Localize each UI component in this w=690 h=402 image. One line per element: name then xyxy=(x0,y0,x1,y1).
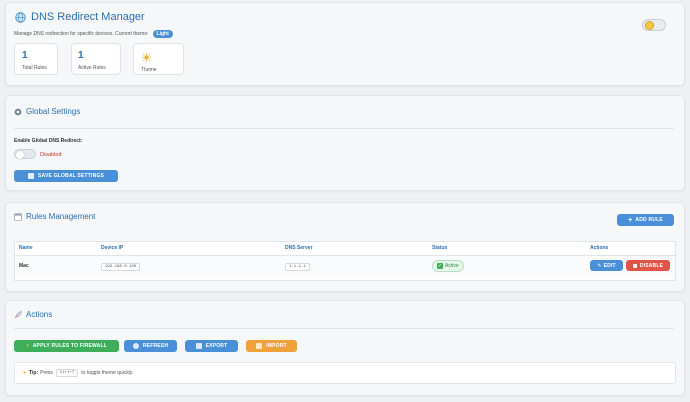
subtitle-text: Manage DNS redirection for specific devi… xyxy=(14,31,149,37)
rules-table-wrapper: Name Device IP DNS Server Status Actions… xyxy=(14,241,676,281)
app-title: DNS Redirect Manager xyxy=(14,11,145,23)
tip-post: to toggle theme quickly. xyxy=(81,370,134,376)
actions-title-text: Actions xyxy=(26,310,53,319)
rule-device-ip: 192.168.0.100 xyxy=(101,263,141,272)
import-label: IMPORT xyxy=(266,343,287,349)
check-icon: ✓ xyxy=(437,263,443,270)
lightbulb-icon: ● xyxy=(23,370,27,376)
rules-title-text: Rules Management xyxy=(26,212,96,221)
edit-rule-label: EDIT xyxy=(603,262,616,269)
plus-icon: + xyxy=(628,216,633,224)
stat-total-value: 1 xyxy=(22,50,28,61)
subtitle: Manage DNS redirection for specific devi… xyxy=(14,30,173,38)
theme-toggle[interactable] xyxy=(642,19,666,31)
app-title-text: DNS Redirect Manager xyxy=(31,11,145,23)
edit-rule-button[interactable]: ✎ EDIT xyxy=(590,260,623,272)
table-row: Mac 192.168.0.100 1.1.1.1 ✓ Active ✎ EDI… xyxy=(15,255,675,277)
status-badge: ✓ Active xyxy=(432,260,464,273)
calendar-icon xyxy=(14,213,22,221)
theme-badge: Light xyxy=(152,30,173,38)
theme-toggle-knob xyxy=(645,21,654,30)
disable-rule-button[interactable]: DISABLE xyxy=(626,260,670,272)
actions-title: Actions xyxy=(14,310,52,319)
tip-pre: Press xyxy=(40,370,53,376)
gear-icon xyxy=(14,108,22,116)
rule-dns-server: 1.1.1.1 xyxy=(285,263,310,272)
save-global-settings-button[interactable]: SAVE GLOBAL SETTINGS xyxy=(14,170,118,182)
stat-theme-label: Theme xyxy=(141,67,157,73)
import-icon xyxy=(256,343,263,349)
global-settings-title-text: Global Settings xyxy=(26,107,81,116)
import-button[interactable]: IMPORT xyxy=(246,340,297,352)
stat-active-value: 1 xyxy=(78,50,84,61)
lightning-icon: ⚡ xyxy=(26,343,30,349)
floppy-icon xyxy=(27,173,34,179)
enable-redirect-label: Enable Global DNS Redirect: xyxy=(14,138,83,144)
sun-icon xyxy=(142,53,151,62)
divider xyxy=(14,328,674,329)
tip-shortcut-key: Ctrl+T xyxy=(55,369,79,377)
table-header-row: Name Device IP DNS Server Status Actions xyxy=(15,242,675,255)
rules-title: Rules Management xyxy=(14,212,95,221)
rules-table: Name Device IP DNS Server Status Actions… xyxy=(15,242,675,277)
refresh-label: REFRESH xyxy=(142,343,169,349)
col-actions: Actions xyxy=(590,245,609,252)
col-status: Status xyxy=(432,245,448,252)
refresh-icon xyxy=(132,343,139,349)
globe-icon xyxy=(14,11,26,23)
add-rule-label: ADD RULE xyxy=(635,217,663,223)
export-button[interactable]: EXPORT xyxy=(185,340,238,352)
save-global-settings-label: SAVE GLOBAL SETTINGS xyxy=(37,173,105,179)
tip-box: ● Tip: Press Ctrl+T to toggle theme quic… xyxy=(14,362,676,384)
header-card: DNS Redirect Manager Manage DNS redirect… xyxy=(5,2,685,86)
stat-active-label: Active Rules xyxy=(78,65,106,71)
stop-icon xyxy=(632,263,637,268)
global-settings-card: Global Settings Enable Global DNS Redire… xyxy=(5,95,685,191)
actions-card: Actions ⚡ APPLY RULES TO FIREWALL REFRES… xyxy=(5,300,685,396)
apply-rules-label: APPLY RULES TO FIREWALL xyxy=(32,343,107,349)
col-device-ip: Device IP xyxy=(101,245,124,252)
pencil-icon: ✎ xyxy=(597,262,602,269)
global-redirect-toggle[interactable] xyxy=(14,149,36,159)
stat-theme: Theme xyxy=(133,43,184,75)
stat-total-label: Total Rules xyxy=(22,65,47,71)
divider xyxy=(14,128,674,129)
col-name: Name xyxy=(19,245,33,252)
global-redirect-knob xyxy=(16,150,24,159)
stat-total-rules: 1 Total Rules xyxy=(14,43,58,75)
export-icon xyxy=(195,343,202,349)
stat-active-rules: 1 Active Rules xyxy=(71,43,121,75)
rule-name: Mac xyxy=(19,263,29,270)
redirect-status: Disabled xyxy=(40,152,62,158)
tip-bold: Tip: xyxy=(29,370,39,376)
apply-rules-button[interactable]: ⚡ APPLY RULES TO FIREWALL xyxy=(14,340,119,352)
status-label: Active xyxy=(445,263,459,270)
refresh-button[interactable]: REFRESH xyxy=(124,340,177,352)
export-label: EXPORT xyxy=(205,343,228,349)
add-rule-button[interactable]: + ADD RULE xyxy=(617,214,674,226)
col-dns-server: DNS Server xyxy=(285,245,313,252)
rules-card: Rules Management + ADD RULE Name Device … xyxy=(5,202,685,292)
disable-rule-label: DISABLE xyxy=(639,262,664,269)
global-settings-title: Global Settings xyxy=(14,107,80,116)
rocket-icon xyxy=(14,310,22,319)
